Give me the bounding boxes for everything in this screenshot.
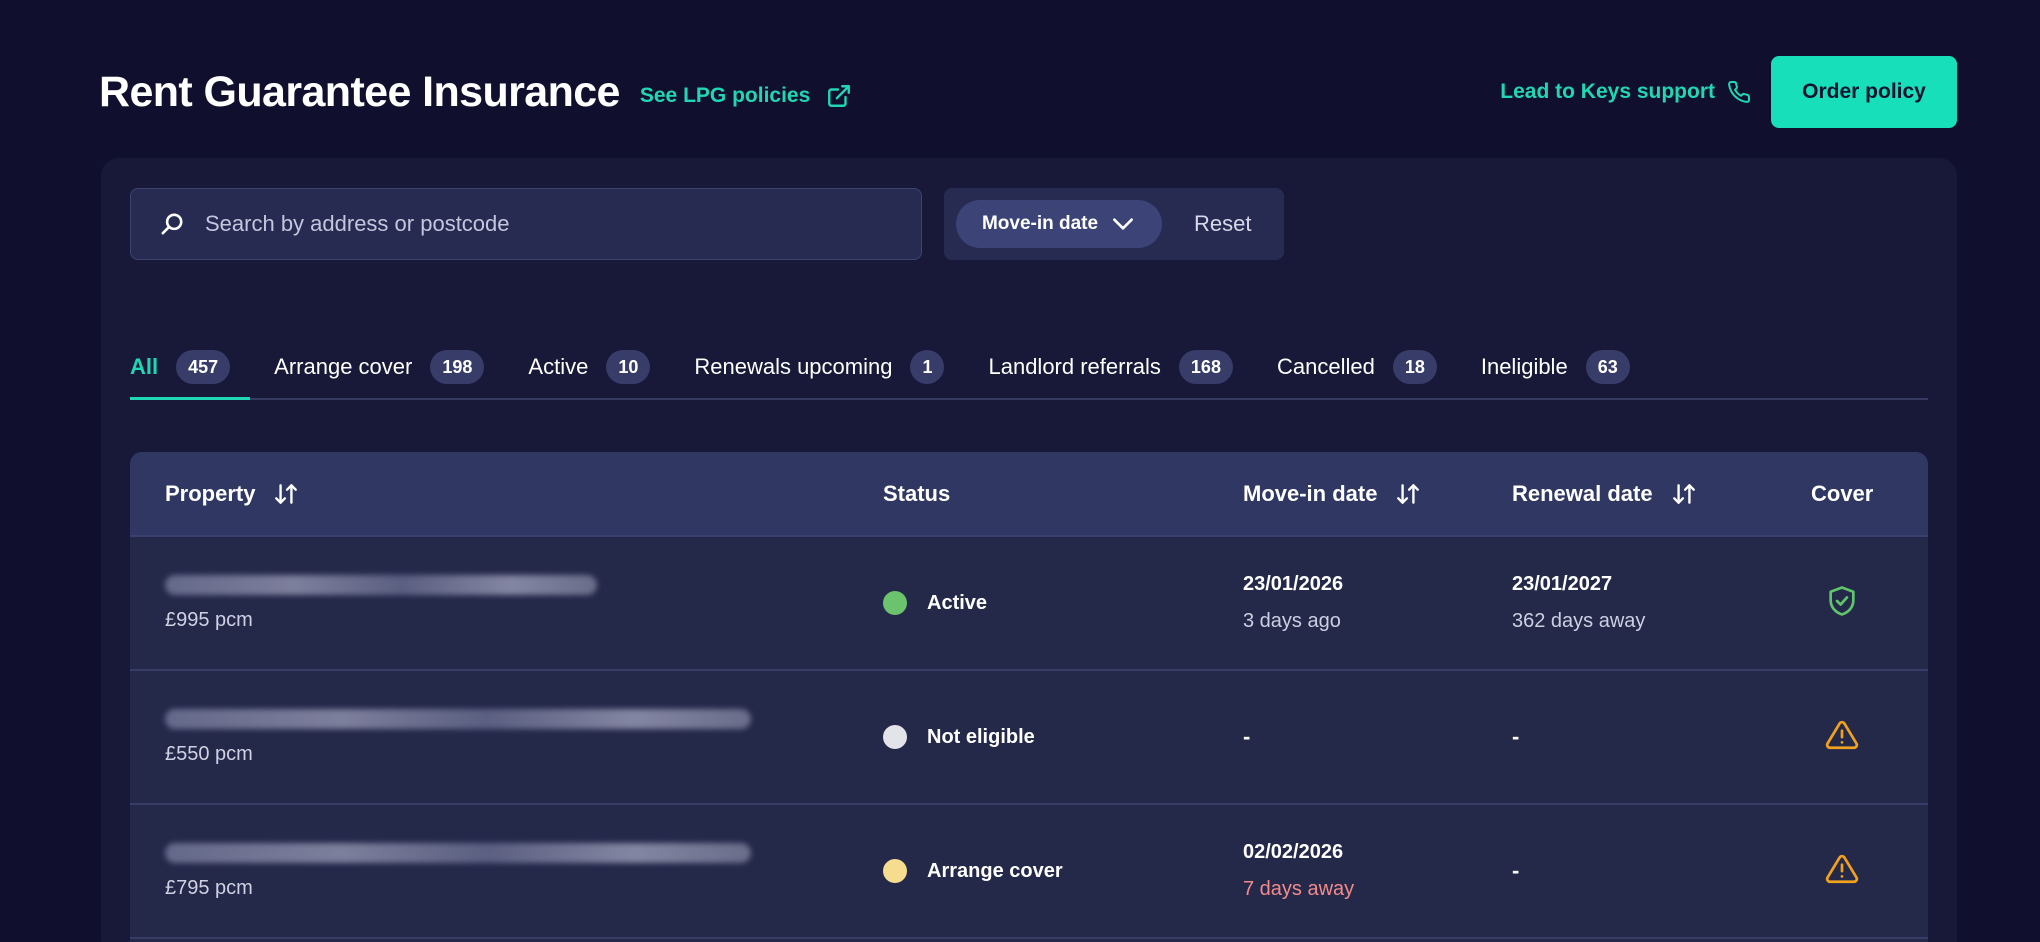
redacted-address [165,575,597,595]
movein-relative: 3 days ago [1243,610,1341,632]
sort-icon[interactable] [1671,481,1697,507]
movein-filter-label: Move-in date [981,213,1099,234]
renewal-date-cell: - [1512,858,1519,884]
status-text: Not eligible [927,725,1035,748]
status-text: Arrange cover [927,859,1063,882]
lead-to-keys-support-link[interactable]: Lead to Keys support [1500,80,1751,104]
table-row[interactable]: £550 pcm Not eligible - - [130,671,1928,805]
renewal-date-cell: - [1512,724,1519,750]
tab-count-badge: 457 [176,350,231,384]
status-cell: Active [883,591,987,615]
cover-cell [1825,718,1859,757]
shield-check-icon [1829,585,1855,616]
movein-date: 02/02/2026 [1243,841,1344,863]
cover-header-label: Cover [1811,480,1874,506]
tab-count-badge: 1 [910,350,945,384]
tab-landlord-referrals[interactable]: Landlord referrals 168 [988,336,1233,398]
property-cell: £995 pcm [165,575,597,632]
tab-ineligible[interactable]: Ineligible 63 [1481,336,1630,398]
tab-label: Ineligible [1480,354,1568,379]
cover-cell [1825,852,1859,891]
movein-date: - [1243,724,1251,749]
movein-date-cell: 23/01/2026 3 days ago [1243,573,1343,633]
tab-label: Renewals upcoming [694,354,893,379]
tab-label: Active [528,354,589,379]
property-cell: £795 pcm [165,843,751,900]
external-link-icon [828,85,851,107]
movein-date-filter-dropdown[interactable]: Move-in date [956,200,1162,248]
renewal-column-header: Renewal date [1512,481,1697,507]
renewal-date: - [1512,858,1520,883]
tab-count-badge: 18 [1392,350,1437,384]
status-tabs: All 457 Arrange cover 198 Active 10 Rene… [130,336,1928,400]
tab-count-badge: 198 [430,350,485,384]
support-label: Lead to Keys support [1500,80,1715,103]
rent-amount: £995 pcm [165,609,253,631]
sort-icon[interactable] [273,481,299,507]
tab-all[interactable]: All 457 [130,336,251,400]
status-cell: Not eligible [883,725,1035,749]
page-header: Rent Guarantee Insurance See LPG policie… [99,56,1957,128]
search-icon [161,213,183,235]
tab-count-badge: 168 [1178,350,1233,384]
rent-amount: £795 pcm [165,877,253,899]
sort-icon[interactable] [1395,481,1421,507]
renewal-date-cell: 23/01/2027 362 days away [1512,573,1645,633]
status-column-header: Status [883,481,950,507]
status-text: Active [927,591,988,614]
tab-label: Landlord referrals [988,354,1161,379]
renewal-header-label: Renewal date [1512,480,1653,506]
movein-date-cell: 02/02/2026 7 days away [1243,841,1354,901]
reset-button[interactable]: Reset [1194,211,1251,237]
warning-icon [1825,720,1859,749]
page-title: Rent Guarantee Insurance [99,67,620,116]
tab-cancelled[interactable]: Cancelled 18 [1277,336,1437,398]
status-dot [883,725,907,749]
table-header: Property Status Move-in date Renewal dat… [130,452,1928,537]
movein-date: 23/01/2026 [1243,573,1344,595]
tab-label: All [130,354,159,379]
order-policy-button[interactable]: Order policy [1771,56,1957,128]
chevron-down-icon [1113,218,1134,230]
tab-label: Cancelled [1276,354,1375,379]
renewal-date: - [1512,724,1520,749]
table-row[interactable]: £995 pcm Active 23/01/2026 3 days ago 23… [130,537,1928,671]
status-dot [883,859,907,883]
status-header-label: Status [883,480,951,506]
filter-group: Move-in date Reset [944,188,1284,260]
tab-renewals-upcoming[interactable]: Renewals upcoming 1 [694,336,945,398]
property-cell: £550 pcm [165,709,751,766]
see-lpg-policies-label: See LPG policies [639,84,811,107]
tab-label: Arrange cover [274,354,413,379]
search-box[interactable] [130,188,922,260]
search-input[interactable] [205,211,885,237]
movein-relative: 7 days away [1243,878,1355,900]
header-actions: Lead to Keys support Order policy [1500,56,1957,128]
redacted-address [165,843,751,863]
rent-amount: £550 pcm [165,743,253,765]
cover-column-header: Cover [1811,481,1873,507]
renewal-date: 23/01/2027 [1512,573,1613,595]
tab-count-badge: 63 [1585,350,1630,384]
cover-cell [1825,584,1859,623]
movein-column-header: Move-in date [1243,481,1421,507]
see-lpg-policies-link[interactable]: See LPG policies [640,83,852,109]
status-dot [883,591,907,615]
tab-count-badge: 10 [606,350,651,384]
renewal-relative: 362 days away [1512,610,1646,632]
tab-arrange-cover[interactable]: Arrange cover 198 [274,336,485,398]
tab-active[interactable]: Active 10 [528,336,651,398]
movein-header-label: Move-in date [1243,480,1378,506]
redacted-address [165,709,751,729]
table-row[interactable]: £795 pcm Arrange cover 02/02/2026 7 days… [130,805,1928,939]
phone-icon [1728,80,1751,103]
property-header-label: Property [165,480,256,506]
property-column-header: Property [165,481,299,507]
status-cell: Arrange cover [883,859,1063,883]
policies-table: Property Status Move-in date Renewal dat… [130,452,1928,942]
movein-date-cell: - [1243,724,1250,750]
warning-icon [1825,854,1859,883]
